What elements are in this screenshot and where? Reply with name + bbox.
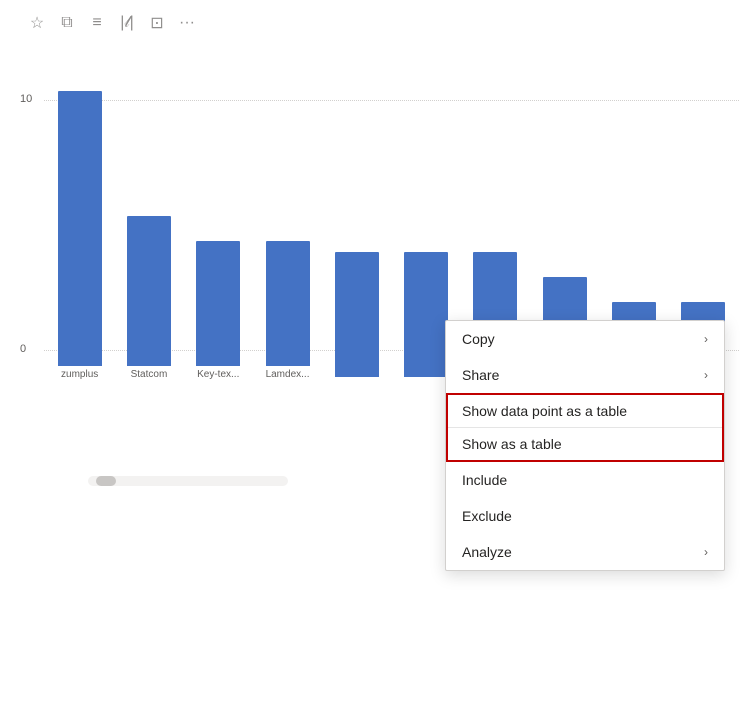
bar-group[interactable]: Statcom — [117, 216, 180, 380]
grid-label: 0 — [20, 343, 26, 355]
y-axis-label — [16, 50, 44, 470]
bar[interactable] — [335, 252, 379, 377]
star-icon[interactable]: ☆ — [26, 12, 48, 34]
bar[interactable] — [58, 91, 102, 366]
menu-item-label: Copy — [462, 331, 495, 347]
menu-item[interactable]: Exclude — [446, 498, 724, 534]
chevron-right-icon: › — [704, 545, 708, 559]
more-icon[interactable]: ··· — [176, 12, 198, 34]
bar-label: zumplus — [52, 369, 108, 380]
menu-item[interactable]: Analyze › — [446, 534, 724, 570]
expand-icon[interactable]: ⊡ — [146, 12, 168, 34]
copy-icon[interactable]: ⧉ — [56, 12, 78, 34]
bar-label: Lamdex... — [260, 369, 316, 380]
bar[interactable] — [196, 241, 240, 366]
menu-item-label: Show as a table — [462, 436, 562, 452]
chart-container: ☆ ⧉ ≡ |𝓁| ⊡ ··· 10 0 zumplus Statcom Key-tex… — [0, 0, 755, 708]
grid-label: 10 — [20, 93, 32, 105]
scrollbar[interactable] — [88, 476, 288, 486]
title-row: ☆ ⧉ ≡ |𝓁| ⊡ ··· — [16, 10, 739, 34]
bar[interactable] — [404, 252, 448, 377]
filter-icon[interactable]: ≡ — [86, 12, 108, 34]
bar-label: Key-tex... — [190, 369, 246, 380]
menu-item-label: Analyze — [462, 544, 512, 560]
toolbar-icons: ☆ ⧉ ≡ |𝓁| ⊡ ··· — [26, 12, 198, 34]
bar-group[interactable]: Lamdex... — [256, 241, 319, 380]
bar-group[interactable] — [325, 252, 388, 380]
brush-icon[interactable]: |𝓁| — [116, 12, 138, 34]
menu-item-label: Include — [462, 472, 507, 488]
menu-item-label: Show data point as a table — [462, 403, 627, 419]
bar[interactable] — [266, 241, 310, 366]
highlight-group: Show data point as a table Show as a tabl… — [446, 393, 724, 462]
chevron-right-icon: › — [704, 332, 708, 346]
bar[interactable] — [127, 216, 171, 366]
menu-item[interactable]: Include — [446, 462, 724, 498]
context-menu: Copy›Share›Show data point as a tableSho… — [445, 320, 725, 571]
bar-label: Statcom — [121, 369, 177, 380]
bar-group[interactable]: Key-tex... — [187, 241, 250, 380]
menu-item[interactable]: Show as a table — [448, 428, 722, 460]
scrollbar-thumb[interactable] — [96, 476, 116, 486]
menu-item[interactable]: Show data point as a table — [448, 395, 722, 428]
bar-group[interactable]: zumplus — [48, 91, 111, 380]
chevron-right-icon: › — [704, 368, 708, 382]
menu-item-label: Share — [462, 367, 499, 383]
menu-item[interactable]: Copy › — [446, 321, 724, 357]
menu-item-label: Exclude — [462, 508, 512, 524]
menu-item[interactable]: Share › — [446, 357, 724, 393]
